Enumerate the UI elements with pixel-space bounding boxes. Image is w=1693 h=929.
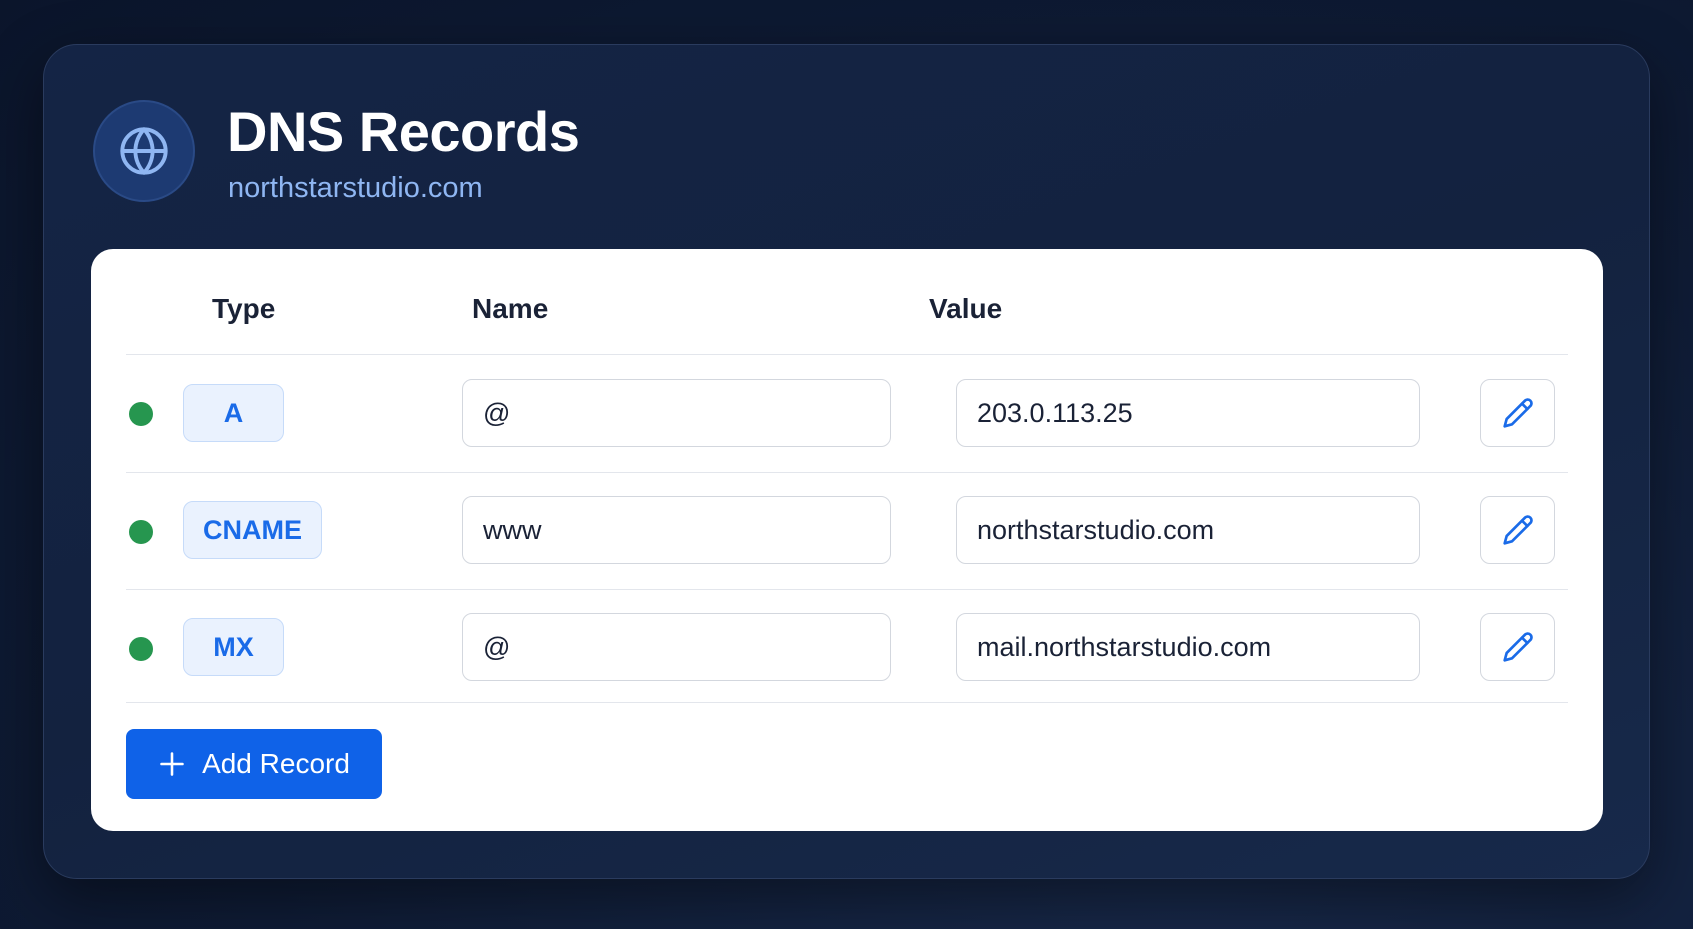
record-name-field[interactable]: @ <box>462 613 891 681</box>
record-name-field[interactable]: @ <box>462 379 891 447</box>
table-row: CNAME www northstarstudio.com <box>91 473 1603 590</box>
pencil-icon <box>1502 398 1533 428</box>
record-type-badge: MX <box>183 618 284 676</box>
record-name-field[interactable]: www <box>462 496 891 564</box>
table-row: A @ 203.0.113.25 <box>91 355 1603 472</box>
status-dot <box>129 637 153 661</box>
row-divider <box>126 702 1568 703</box>
pencil-icon <box>1502 515 1533 545</box>
table-row: MX @ mail.northstarstudio.com <box>91 590 1603 707</box>
record-type-badge: A <box>183 384 284 442</box>
status-dot <box>129 402 153 426</box>
page-title: DNS Records <box>227 100 580 163</box>
record-value-field[interactable]: mail.northstarstudio.com <box>956 613 1420 681</box>
records-table-card: Type Name Value A @ 203.0.113.25 CNAME w… <box>91 249 1603 831</box>
record-value-field[interactable]: northstarstudio.com <box>956 496 1420 564</box>
pencil-icon <box>1502 632 1533 662</box>
globe-badge <box>93 100 195 202</box>
add-record-label: Add Record <box>202 748 350 779</box>
domain-subtitle: northstarstudio.com <box>228 172 483 204</box>
globe-icon <box>120 127 168 175</box>
status-dot <box>129 520 153 544</box>
edit-record-button[interactable] <box>1480 613 1555 681</box>
dns-records-panel: DNS Records northstarstudio.com Type Nam… <box>43 44 1650 879</box>
column-header-type: Type <box>212 293 276 324</box>
record-value-field[interactable]: 203.0.113.25 <box>956 379 1420 447</box>
edit-record-button[interactable] <box>1480 379 1555 447</box>
edit-record-button[interactable] <box>1480 496 1555 564</box>
column-header-name: Name <box>472 293 549 324</box>
plus-icon <box>160 752 184 776</box>
record-type-badge: CNAME <box>183 501 322 559</box>
column-header-value: Value <box>929 293 1003 324</box>
add-record-button[interactable]: Add Record <box>126 729 382 799</box>
